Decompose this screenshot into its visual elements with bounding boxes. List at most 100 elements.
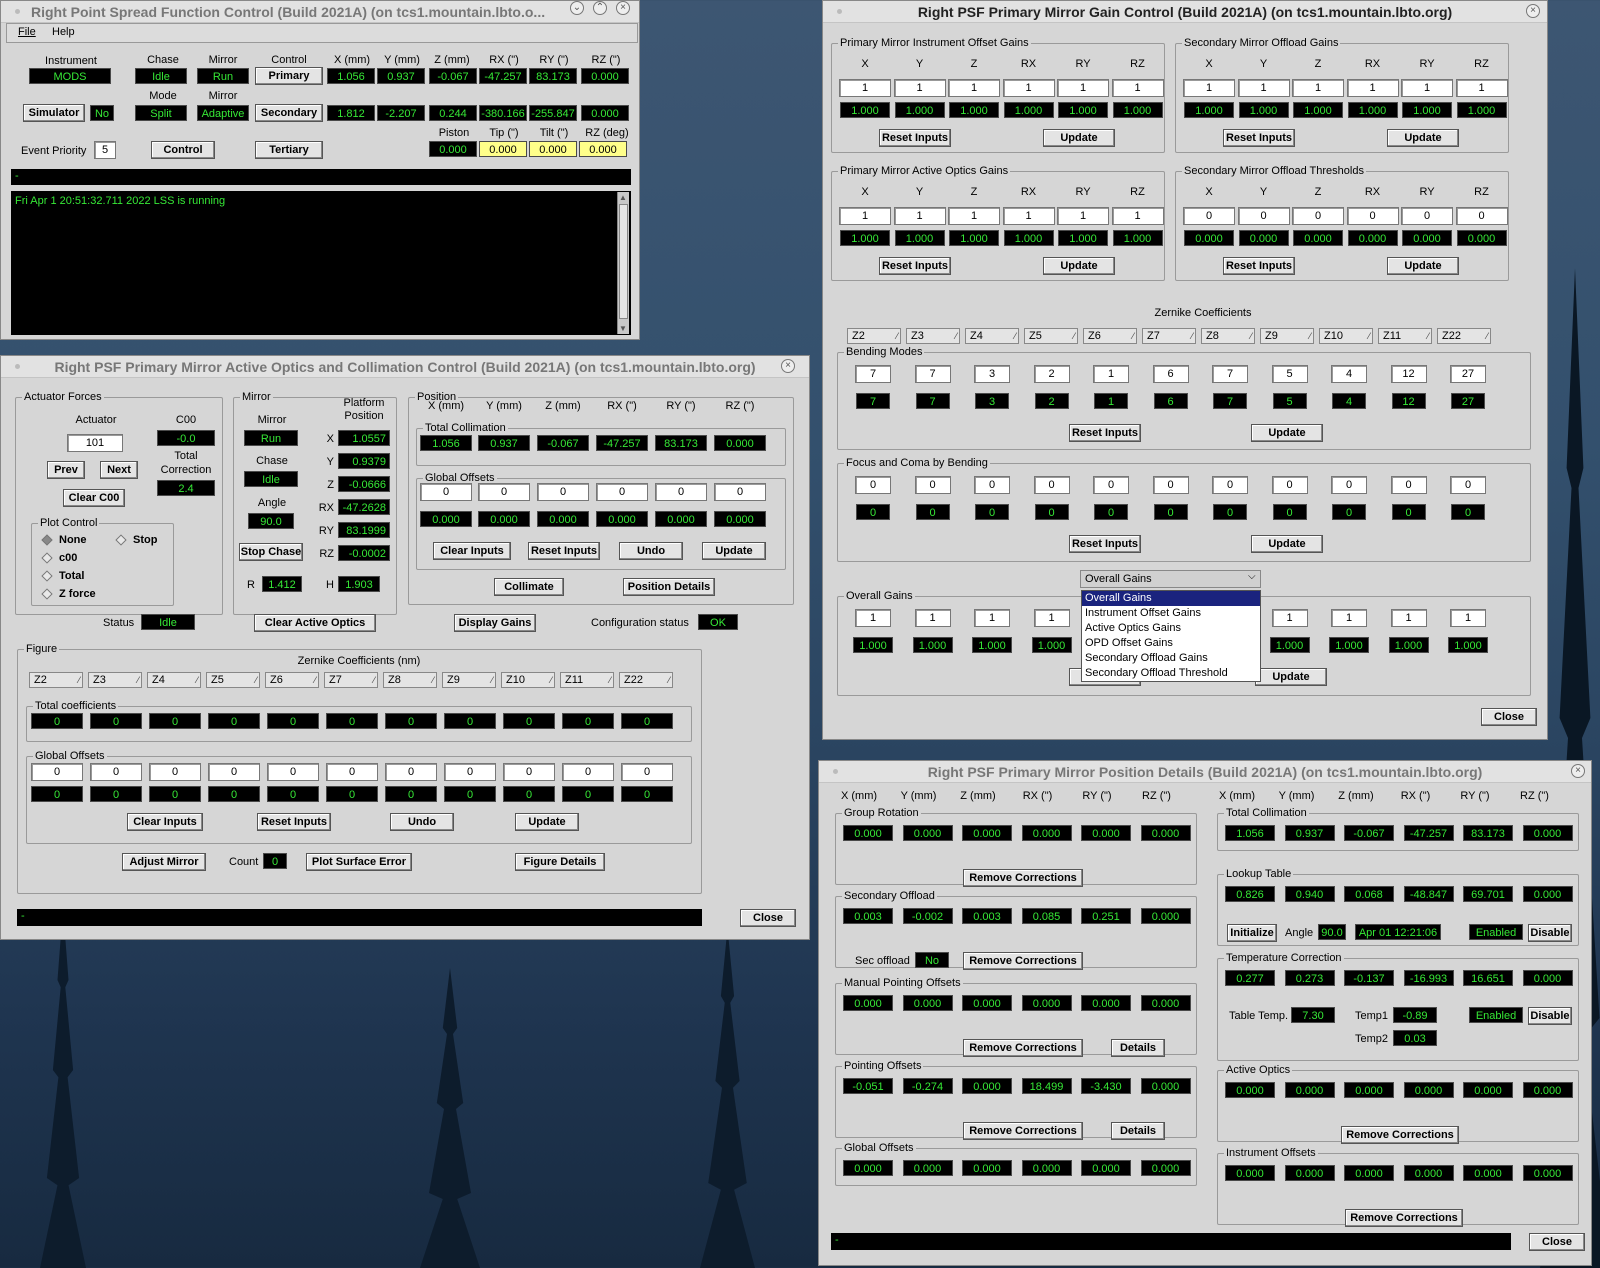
gains-view-select[interactable]: Overall Gains [1080, 570, 1261, 588]
log-scrollbar[interactable]: ▲ ▼ [617, 192, 629, 334]
gain-input[interactable]: 1 [948, 79, 1000, 97]
window-menu-icon[interactable] [15, 9, 20, 14]
figure-offset-input[interactable]: 0 [31, 763, 83, 781]
bending-input[interactable]: 7 [855, 365, 891, 383]
zernike-select[interactable]: Z4 ⁄ [965, 328, 1019, 344]
zernike-select[interactable]: Z11 ⁄ [1378, 328, 1432, 344]
bending-input[interactable]: 0 [1331, 476, 1367, 494]
bending-input[interactable]: 1 [1093, 365, 1129, 383]
close-button[interactable]: Close [1481, 708, 1537, 726]
remove-corrections-button[interactable]: Remove Corrections [1345, 1209, 1463, 1227]
next-button[interactable]: Next [100, 461, 138, 479]
figure-offset-input[interactable]: 0 [444, 763, 496, 781]
scroll-down-icon[interactable]: ▼ [619, 324, 627, 333]
figure-offset-input[interactable]: 0 [267, 763, 319, 781]
close-button[interactable]: Close [740, 909, 796, 927]
dropdown-option[interactable]: Secondary Offload Threshold [1082, 666, 1260, 681]
prev-button[interactable]: Prev [47, 461, 85, 479]
gain-input[interactable]: 1 [1057, 79, 1109, 97]
close-icon[interactable]: × [616, 1, 630, 15]
clear-inputs-button[interactable]: Clear Inputs [433, 542, 511, 560]
gain-input[interactable]: 1 [893, 207, 946, 225]
figure-reset-inputs-button[interactable]: Reset Inputs [257, 813, 331, 831]
close-icon[interactable]: × [1526, 4, 1540, 18]
gain-input[interactable]: 0 [1455, 207, 1508, 225]
gain-input[interactable]: 1 [1057, 207, 1109, 225]
stop-chase-button[interactable]: Stop Chase [239, 543, 303, 561]
zernike-select[interactable]: Z2 ⁄ [847, 328, 901, 344]
overall-gain-input[interactable]: 1 [855, 609, 891, 627]
zernike-select[interactable]: Z7 ⁄ [324, 672, 378, 688]
plot-surface-error-button[interactable]: Plot Surface Error [306, 853, 412, 871]
remove-corrections-button[interactable]: Remove Corrections [963, 952, 1083, 970]
minimize-icon[interactable]: ⌄ [570, 1, 584, 15]
remove-corrections-button[interactable]: Remove Corrections [963, 869, 1083, 887]
select-arrow-icon[interactable]: ⌵ [1248, 571, 1256, 582]
tertiary-button[interactable]: Tertiary [255, 141, 323, 159]
zernike-select[interactable]: Z8 ⁄ [383, 672, 437, 688]
scroll-up-icon[interactable]: ▲ [619, 193, 627, 202]
zernike-select[interactable]: Z3 ⁄ [906, 328, 960, 344]
gain-input[interactable]: 1 [1183, 79, 1235, 97]
simulator-button[interactable]: Simulator [23, 104, 85, 122]
gain-input[interactable]: 1 [893, 79, 946, 97]
overall-gain-input[interactable]: 1 [914, 609, 951, 627]
figure-update-button[interactable]: Update [515, 813, 579, 831]
primary-button[interactable]: Primary [255, 67, 323, 85]
update-button[interactable]: Update [1255, 668, 1327, 686]
window-menu-icon[interactable] [833, 769, 838, 774]
plot-total-radio[interactable]: Total [41, 569, 84, 583]
gain-input[interactable]: 0 [1183, 207, 1235, 225]
bending-input[interactable]: 27 [1450, 365, 1486, 383]
dropdown-option[interactable]: Secondary Offload Gains [1082, 651, 1260, 666]
reset-inputs-button[interactable]: Reset Inputs [1069, 424, 1141, 442]
gain-input[interactable]: 1 [1455, 79, 1508, 97]
figure-undo-button[interactable]: Undo [390, 813, 454, 831]
window-menu-icon[interactable] [15, 364, 20, 369]
update-button[interactable]: Update [1387, 129, 1459, 147]
overall-gain-input[interactable]: 1 [1033, 609, 1070, 627]
plot-stop-radio[interactable]: Stop [115, 533, 157, 547]
update-button[interactable]: Update [1043, 257, 1115, 275]
gain-input[interactable]: 1 [1002, 207, 1055, 225]
window-menu-icon[interactable] [837, 9, 842, 14]
position-details-button[interactable]: Position Details [623, 578, 715, 596]
details-button[interactable]: Details [1111, 1122, 1165, 1140]
gain-input[interactable]: 1 [1111, 79, 1164, 97]
bending-input[interactable]: 0 [974, 476, 1010, 494]
dropdown-option[interactable]: Active Optics Gains [1082, 621, 1260, 636]
update-button[interactable]: Update [1387, 257, 1459, 275]
figure-details-button[interactable]: Figure Details [515, 853, 605, 871]
disable-button[interactable]: Disable [1528, 1007, 1572, 1025]
dropdown-option[interactable]: Instrument Offset Gains [1082, 606, 1260, 621]
bending-input[interactable]: 4 [1331, 365, 1367, 383]
gain-input[interactable]: 1 [1346, 79, 1399, 97]
clear-c00-button[interactable]: Clear C00 [63, 489, 125, 507]
gain-input[interactable]: 1 [948, 207, 1000, 225]
figure-offset-input[interactable]: 0 [621, 763, 673, 781]
zernike-select[interactable]: Z10 ⁄ [501, 672, 555, 688]
bending-input[interactable]: 0 [914, 476, 951, 494]
update-button[interactable]: Update [1251, 535, 1323, 553]
overall-gain-input[interactable]: 1 [1331, 609, 1367, 627]
figure-offset-input[interactable]: 0 [326, 763, 378, 781]
zernike-select[interactable]: Z9 ⁄ [442, 672, 496, 688]
zernike-select[interactable]: Z6 ⁄ [1083, 328, 1137, 344]
update-button[interactable]: Update [702, 542, 766, 560]
global-offset-input[interactable]: 0 [655, 483, 707, 501]
bending-input[interactable]: 3 [974, 365, 1010, 383]
adjust-mirror-button[interactable]: Adjust Mirror [122, 853, 206, 871]
maximize-icon[interactable]: ⌃ [593, 1, 607, 15]
zernike-select[interactable]: Z22 ⁄ [1437, 328, 1491, 344]
gain-input[interactable]: 1 [1401, 79, 1453, 97]
zernike-select[interactable]: Z5 ⁄ [206, 672, 260, 688]
gains-view-listbox[interactable]: Overall Gains Instrument Offset Gains Acti… [1081, 590, 1261, 682]
bending-input[interactable]: 0 [1093, 476, 1129, 494]
figure-offset-input[interactable]: 0 [562, 763, 614, 781]
figure-offset-input[interactable]: 0 [149, 763, 201, 781]
gain-input[interactable]: 0 [1346, 207, 1399, 225]
disable-button[interactable]: Disable [1528, 924, 1572, 942]
bending-input[interactable]: 0 [1390, 476, 1427, 494]
event-priority-input[interactable]: 5 [94, 141, 116, 159]
global-offset-input[interactable]: 0 [714, 483, 766, 501]
